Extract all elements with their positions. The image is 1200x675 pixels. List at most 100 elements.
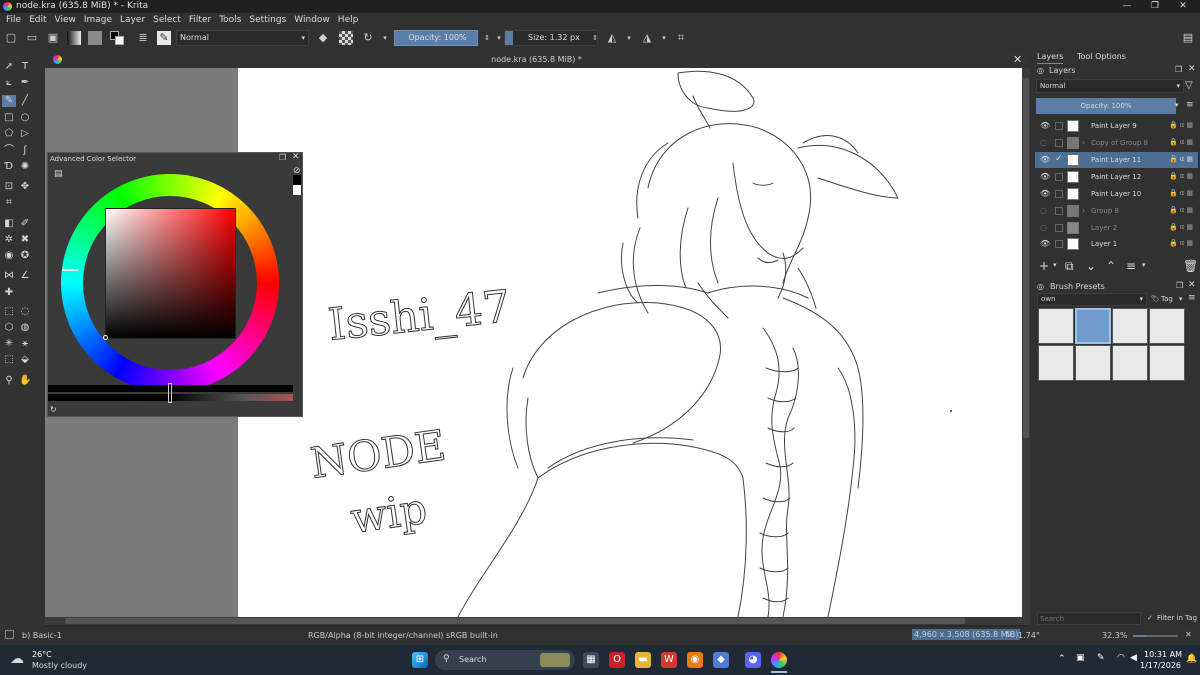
layer-row[interactable]: ○ › Group 8 🔒α▦ [1035,203,1198,219]
rect-select-icon[interactable]: ⬚ [3,306,15,318]
layer-lock-icons[interactable]: 🔒α▦ [1169,189,1195,197]
drawing-canvas[interactable]: Isshi_47 NODE wip [238,68,1022,617]
vertical-scrollbar[interactable] [1022,68,1030,617]
current-brush[interactable]: b) Basic-1 [22,631,62,640]
layer-lock-icons[interactable]: 🔒α▦ [1169,121,1195,129]
file-explorer-icon[interactable]: ▬ [635,652,651,668]
zoom-level[interactable]: 32.3% [1102,631,1127,640]
float-panel-icon[interactable]: ❐ [1175,65,1182,74]
layer-row[interactable]: 👁 Paint Layer 9 🔒α▦ [1035,118,1198,134]
gradient-tool-icon[interactable]: ◧ [3,218,15,230]
menu-view[interactable]: View [55,15,76,25]
weather-desc[interactable]: Mostly cloudy [32,661,87,670]
menu-help[interactable]: Help [338,15,359,25]
brush-preset-tile[interactable] [1038,308,1074,344]
checkmark-icon[interactable]: ✓ [1055,154,1063,164]
brush-preset-tile[interactable] [1038,345,1074,381]
move-layer-up-icon[interactable]: ⌃ [1106,259,1116,273]
move-layer-down-icon[interactable]: ⌄ [1086,259,1096,273]
contiguous-select-icon[interactable]: ✳ [3,338,15,350]
menu-settings[interactable]: Settings [249,15,286,25]
close-window-button[interactable]: ✕ [1169,0,1197,13]
reload-preset-icon[interactable]: ↻ [361,31,375,45]
task-view-icon[interactable]: ▦ [583,652,599,668]
float-panel-icon[interactable]: ❐ [279,153,286,162]
layer-lock-icons[interactable]: 🔒α▦ [1169,223,1195,231]
layer-checkbox[interactable] [1055,122,1063,130]
notification-icon[interactable]: 🔔 [1186,654,1197,664]
layer-checkbox[interactable] [1055,207,1063,215]
assistant-ruler-icon[interactable]: ⋈ [3,270,15,282]
chevron-down-icon[interactable]: ▾ [1179,295,1183,303]
menu-select[interactable]: Select [153,15,181,25]
zoom-fit-icon[interactable]: ✕ [1185,630,1192,639]
visibility-icon[interactable]: 👁 [1040,189,1050,198]
opacity-spin-icon[interactable]: ▾ [1175,101,1179,109]
brush-preset-tile[interactable] [1112,308,1148,344]
layer-lock-icons[interactable]: 🔒α▦ [1169,172,1195,180]
layer-row[interactable]: 👁 Paint Layer 12 🔒α▦ [1035,169,1198,185]
opera-icon[interactable]: O [609,652,625,668]
chevron-down-icon[interactable]: ▾ [378,31,392,45]
gradient-icon[interactable] [67,31,81,45]
opacity-slider[interactable]: Opacity: 100% [394,30,478,46]
weather-temp[interactable]: 26°C [32,650,52,659]
hue-handle[interactable] [62,269,78,271]
expand-group-icon[interactable]: › [1082,206,1085,215]
tray-app-icon[interactable]: ▣ [1076,653,1085,663]
brush-preset-tile[interactable] [1075,345,1111,381]
filter-icon[interactable]: ▽ [1185,80,1193,91]
krita-taskbar-icon[interactable] [771,652,787,668]
menu-layer[interactable]: Layer [120,15,145,25]
wps-icon[interactable]: W [661,652,677,668]
menu-image[interactable]: Image [84,15,112,25]
line-tool-icon[interactable]: ╱ [19,95,31,107]
ellipse-tool-icon[interactable]: ○ [19,112,31,124]
chevron-down-icon[interactable]: ▾ [622,31,636,45]
layer-lock-icons[interactable]: 🔒α▦ [1169,155,1195,163]
duplicate-layer-icon[interactable]: ⧉ [1065,259,1074,274]
move-tool-icon[interactable]: ✥ [19,181,31,193]
new-document-icon[interactable]: ▢ [4,31,18,45]
menu-edit[interactable]: Edit [29,15,46,25]
color-picker-icon[interactable]: ✐ [19,218,31,230]
layer-row[interactable]: 👁 Paint Layer 10 🔒α▦ [1035,186,1198,202]
layer-row[interactable]: 👁 Layer 1 🔒α▦ [1035,236,1198,252]
bezier-select-icon[interactable]: ⬚ [3,354,15,366]
chevron-down-icon[interactable]: ▾ [657,31,671,45]
layer-checkbox[interactable] [1055,224,1063,232]
layer-lock-icons[interactable]: 🔒α▦ [1169,138,1195,146]
brush-settings-icon[interactable]: ≣ [136,31,150,45]
alpha-lock-icon[interactable] [339,31,353,45]
bezier-tool-icon[interactable]: ⌒ [3,145,15,157]
zoom-tool-icon[interactable]: ⚲ [3,375,15,387]
layer-properties-icon[interactable]: ≡ [1126,259,1136,273]
visibility-off-icon[interactable]: ○ [1040,138,1047,147]
magnetic-select-icon[interactable]: ⬙ [19,354,31,366]
pen-icon[interactable]: ✎ [1097,653,1105,663]
calligraphy-icon[interactable]: ✒ [19,77,31,89]
visibility-off-icon[interactable]: ○ [1040,223,1047,232]
taskbar-search-box[interactable]: ⚲ Search [435,650,575,670]
transform-tool-icon[interactable]: ⌗ [3,197,15,209]
close-panel-icon[interactable]: ✕ [1188,64,1196,74]
filter-in-tag-checkbox[interactable]: ✓ [1147,614,1153,622]
close-panel-icon[interactable]: ✕ [292,152,300,162]
layer-row[interactable]: ○ Layer 2 🔒α▦ [1035,220,1198,236]
app-icon[interactable]: ◆ [713,652,729,668]
discord-icon[interactable]: ◕ [745,652,761,668]
wrap-around-icon[interactable]: ⌗ [674,31,688,45]
fg-bg-color-icon[interactable] [110,31,124,45]
wifi-icon[interactable]: ◠ [1117,653,1125,663]
eraser-icon[interactable]: ◆ [316,31,330,45]
brush-preset-tile-selected[interactable] [1075,308,1111,344]
brush-menu-icon[interactable]: ≡ [1188,293,1196,303]
size-spin-icon[interactable]: ⇕ [588,31,602,45]
fill-tool-icon[interactable]: ◉ [3,250,15,262]
polygon-select-icon[interactable]: ⬡ [3,322,15,334]
tab-tool-options[interactable]: Tool Options [1077,52,1126,64]
layer-checkbox[interactable] [1055,139,1063,147]
text-tool-icon[interactable]: T [19,61,31,73]
menu-filter[interactable]: Filter [189,15,211,25]
visibility-off-icon[interactable]: ○ [1040,206,1047,215]
